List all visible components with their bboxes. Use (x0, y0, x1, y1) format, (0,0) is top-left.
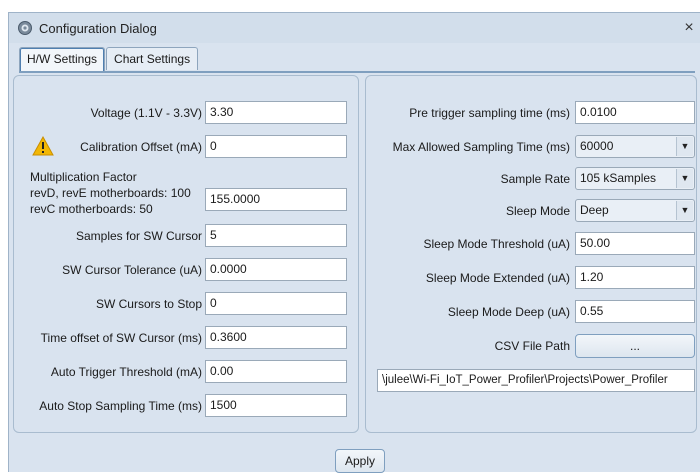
browse-csv-button[interactable]: ... (575, 334, 695, 358)
tab-bar: H/W Settings Chart Settings (19, 47, 199, 72)
pre-trigger-field[interactable]: 0.0100 (575, 101, 695, 124)
samples-cursor-label: Samples for SW Cursor (75, 229, 202, 243)
chevron-down-icon[interactable]: ▼ (676, 169, 693, 188)
max-sampling-label: Max Allowed Sampling Time (ms) (392, 140, 570, 154)
cursors-stop-label: SW Cursors to Stop (95, 297, 202, 311)
sample-rate-label: Sample Rate (500, 172, 570, 186)
multiplication-title: Multiplication Factor (30, 170, 137, 184)
hw-settings-left-panel: Voltage (1.1V - 3.3V) 3.30 Calibration O… (13, 75, 359, 433)
sleep-threshold-field[interactable]: 50.00 (575, 232, 695, 255)
chevron-down-icon[interactable]: ▼ (676, 137, 693, 156)
auto-stop-field[interactable]: 1500 (205, 394, 347, 417)
multiplication-factor-field[interactable]: 155.0000 (205, 188, 347, 211)
tab-hw-settings[interactable]: H/W Settings (19, 47, 106, 72)
sleep-deep-field[interactable]: 0.55 (575, 300, 695, 323)
cursor-tolerance-field[interactable]: 0.0000 (205, 258, 347, 281)
max-sampling-select[interactable]: 60000 ▼ (575, 135, 695, 158)
close-button[interactable]: × (678, 18, 700, 38)
title-bar: Configuration Dialog × (9, 13, 700, 43)
multiplication-label: Multiplication Factor revD, revE motherb… (30, 169, 191, 217)
gear-icon (17, 20, 33, 36)
pre-trigger-label: Pre trigger sampling time (ms) (409, 106, 570, 120)
tab-chart-settings[interactable]: Chart Settings (106, 47, 199, 70)
chevron-down-icon[interactable]: ▼ (676, 201, 693, 220)
voltage-label: Voltage (1.1V - 3.3V) (90, 106, 202, 120)
sleep-mode-select[interactable]: Deep ▼ (575, 199, 695, 222)
time-offset-field[interactable]: 0.3600 (205, 326, 347, 349)
sample-rate-select[interactable]: 105 kSamples ▼ (575, 167, 695, 190)
csv-path-label: CSV File Path (494, 339, 570, 353)
csv-path-field[interactable]: \julee\Wi-Fi_IoT_Power_Profiler\Projects… (377, 369, 695, 392)
sleep-deep-label: Sleep Mode Deep (uA) (447, 305, 570, 319)
sleep-extended-label: Sleep Mode Extended (uA) (425, 271, 570, 285)
auto-trigger-field[interactable]: 0.00 (205, 360, 347, 383)
time-offset-label: Time offset of SW Cursor (ms) (40, 331, 202, 345)
warning-icon (32, 135, 54, 159)
multiplication-rev-de: revD, revE motherboards: 100 (30, 186, 191, 200)
cursor-tolerance-label: SW Cursor Tolerance (uA) (62, 263, 202, 277)
samples-cursor-field[interactable]: 5 (205, 224, 347, 247)
configuration-dialog: Configuration Dialog × H/W Settings Char… (8, 12, 700, 473)
cursors-stop-field[interactable]: 0 (205, 292, 347, 315)
multiplication-rev-c: revC motherboards: 50 (30, 202, 153, 216)
auto-stop-label: Auto Stop Sampling Time (ms) (39, 399, 202, 413)
sleep-mode-label: Sleep Mode (505, 204, 570, 218)
apply-button[interactable]: Apply (335, 449, 385, 473)
hw-settings-right-panel: Pre trigger sampling time (ms) 0.0100 Ma… (365, 75, 697, 433)
auto-trigger-label: Auto Trigger Threshold (mA) (50, 365, 202, 379)
tab-underline (19, 71, 695, 73)
sleep-threshold-label: Sleep Mode Threshold (uA) (423, 237, 570, 251)
sleep-extended-field[interactable]: 1.20 (575, 266, 695, 289)
sample-rate-value: 105 kSamples (580, 171, 657, 185)
sleep-mode-value: Deep (580, 203, 609, 217)
calibration-offset-field[interactable]: 0 (205, 135, 347, 158)
calibration-label: Calibration Offset (mA) (80, 140, 202, 154)
max-sampling-value: 60000 (580, 139, 614, 153)
window-title: Configuration Dialog (39, 20, 157, 36)
voltage-field[interactable]: 3.30 (205, 101, 347, 124)
